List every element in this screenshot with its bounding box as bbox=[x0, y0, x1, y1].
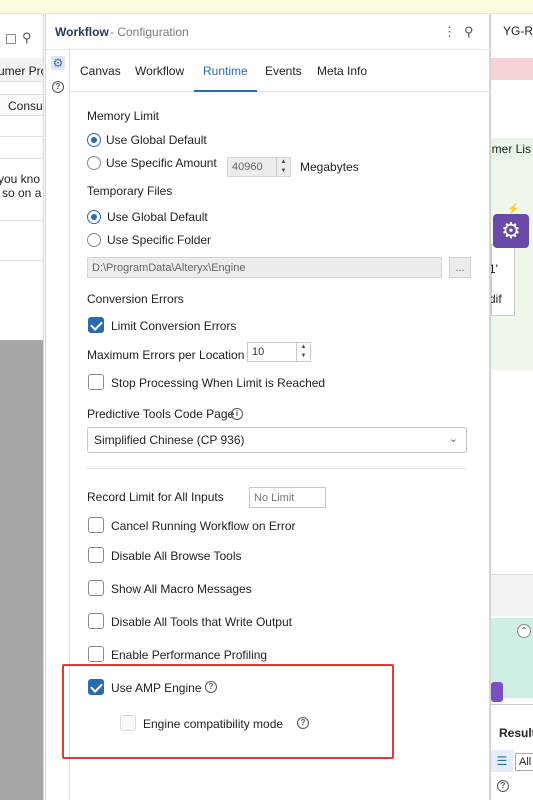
configuration-header: Workflow - Configuration ⋮ ⚲ bbox=[46, 14, 491, 50]
pin-icon[interactable]: ⚲ bbox=[22, 30, 32, 46]
code-page-selected: Simplified Chinese (CP 936) bbox=[94, 433, 245, 447]
container-title: umer Lis bbox=[491, 142, 532, 156]
memory-limit-label: Memory Limit bbox=[87, 109, 160, 123]
left-column-header: Consu bbox=[8, 99, 43, 113]
list-view-icon[interactable]: ☰ bbox=[491, 750, 513, 772]
memory-unit-label: Megabytes bbox=[300, 160, 359, 174]
notification-bar bbox=[0, 0, 533, 14]
workflow-canvas-panel: YG-Re umer Lis ⚡ ⚙ 1' dif ⌃ Results ☰ Al… bbox=[490, 14, 533, 800]
left-text-line: so on a bbox=[2, 186, 42, 200]
temp-folder-field[interactable]: D:\ProgramData\Alteryx\Engine bbox=[87, 257, 442, 278]
canvas-tab-title[interactable]: YG-Re bbox=[503, 24, 533, 38]
left-header-text: umer Pro bbox=[0, 64, 43, 78]
chevron-down-icon: ⌄ bbox=[448, 433, 458, 445]
help-icon[interactable]: ? bbox=[51, 78, 65, 93]
tab-events[interactable]: Events bbox=[265, 50, 302, 92]
perf-profiling-checkbox[interactable] bbox=[88, 646, 104, 662]
max-errors-value: 10 bbox=[252, 346, 265, 358]
tab-workflow[interactable]: Workflow bbox=[135, 50, 184, 92]
tool-annotation: 1' bbox=[491, 262, 498, 276]
memory-specific-radio[interactable] bbox=[87, 156, 101, 170]
disable-browse-checkbox[interactable] bbox=[88, 547, 104, 563]
info-icon[interactable]: i bbox=[231, 408, 243, 420]
code-page-select[interactable]: Simplified Chinese (CP 936) ⌄ bbox=[87, 427, 467, 453]
show-macro-label[interactable]: Show All Macro Messages bbox=[111, 582, 252, 596]
help-icon[interactable]: ? bbox=[497, 780, 509, 792]
record-limit-input[interactable]: No Limit bbox=[249, 487, 326, 508]
memory-specific-label[interactable]: Use Specific Amount bbox=[106, 156, 217, 170]
stepper-arrows-icon[interactable]: ▲ ▼ bbox=[296, 343, 310, 361]
results-title: Results bbox=[499, 726, 533, 740]
window-subtitle: - Configuration bbox=[110, 25, 189, 39]
limit-errors-label[interactable]: Limit Conversion Errors bbox=[111, 319, 236, 333]
memory-amount-value: 40960 bbox=[232, 161, 263, 173]
temp-global-radio[interactable] bbox=[87, 210, 101, 224]
temp-global-label[interactable]: Use Global Default bbox=[107, 210, 208, 224]
temp-files-label: Temporary Files bbox=[87, 184, 173, 198]
stepper-arrows-icon[interactable]: ▲ ▼ bbox=[276, 158, 290, 176]
tab-meta-info[interactable]: Meta Info bbox=[317, 50, 367, 92]
show-macro-checkbox[interactable] bbox=[88, 580, 104, 596]
predictive-label: Predictive Tools Code Page bbox=[87, 407, 235, 421]
config-tabs: Canvas Workflow Runtime Events Meta Info bbox=[70, 50, 491, 92]
left-panel: ⚲ umer Pro Consu you kno so on a bbox=[0, 14, 44, 800]
max-errors-stepper[interactable]: 10 ▲ ▼ bbox=[247, 342, 311, 362]
highlight-box bbox=[62, 664, 394, 759]
more-vertical-icon[interactable]: ⋮ bbox=[443, 24, 456, 40]
left-text-line: you kno bbox=[0, 172, 41, 186]
perf-profiling-label[interactable]: Enable Performance Profiling bbox=[111, 648, 267, 662]
disable-browse-label[interactable]: Disable All Browse Tools bbox=[111, 549, 242, 563]
limit-errors-checkbox[interactable] bbox=[88, 317, 104, 333]
memory-global-radio[interactable] bbox=[87, 133, 101, 147]
tab-runtime[interactable]: Runtime bbox=[194, 50, 257, 92]
temp-specific-radio[interactable] bbox=[87, 233, 101, 247]
panel-options-icon[interactable] bbox=[6, 34, 16, 44]
stop-processing-checkbox[interactable] bbox=[88, 374, 104, 390]
pin-icon[interactable]: ⚲ bbox=[464, 24, 474, 40]
macro-tool-icon[interactable]: ⚙ bbox=[493, 214, 529, 248]
gear-icon[interactable]: ⚙ bbox=[51, 56, 65, 70]
max-errors-label: Maximum Errors per Location bbox=[87, 348, 245, 362]
disable-output-checkbox[interactable] bbox=[88, 613, 104, 629]
memory-amount-stepper[interactable]: 40960 ▲ ▼ bbox=[227, 157, 291, 177]
conversion-errors-label: Conversion Errors bbox=[87, 292, 184, 306]
collapse-icon[interactable]: ⌃ bbox=[517, 624, 531, 638]
tab-canvas[interactable]: Canvas bbox=[80, 50, 121, 92]
window-title: Workflow bbox=[55, 25, 109, 39]
browse-folder-button[interactable]: ... bbox=[449, 257, 471, 278]
cancel-on-error-label[interactable]: Cancel Running Workflow on Error bbox=[111, 519, 296, 533]
record-limit-label: Record Limit for All Inputs bbox=[87, 490, 224, 504]
tool-annotation: dif bbox=[490, 292, 502, 306]
memory-global-label[interactable]: Use Global Default bbox=[106, 133, 207, 147]
cancel-on-error-checkbox[interactable] bbox=[88, 517, 104, 533]
results-filter-select[interactable]: All bbox=[515, 753, 533, 771]
section-divider bbox=[87, 468, 467, 469]
disable-output-label[interactable]: Disable All Tools that Write Output bbox=[111, 615, 292, 629]
temp-specific-label[interactable]: Use Specific Folder bbox=[107, 233, 211, 247]
stop-processing-label[interactable]: Stop Processing When Limit is Reached bbox=[111, 376, 325, 390]
